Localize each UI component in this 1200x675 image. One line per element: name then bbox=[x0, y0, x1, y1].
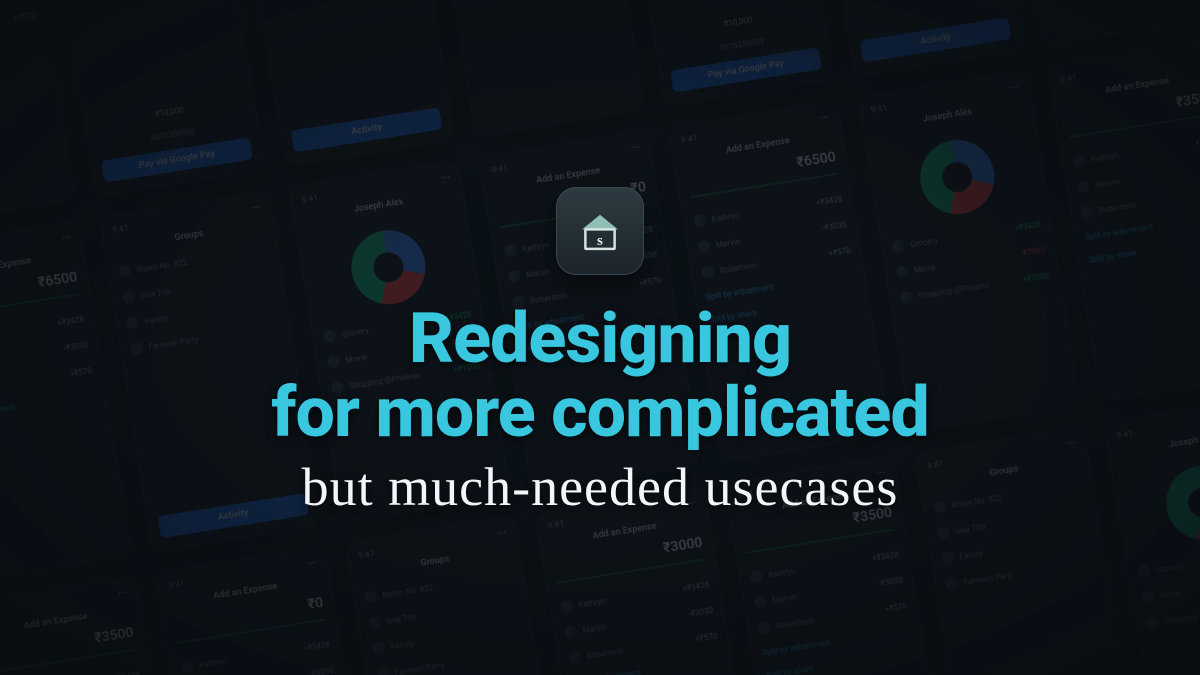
hero-subtitle: but much-needed usecases bbox=[302, 458, 899, 517]
hero-title-line1: Redesigning bbox=[409, 298, 791, 380]
hero-title-line2: for more complicated bbox=[271, 372, 928, 454]
hero-section: s Redesigning for more complicated but m… bbox=[0, 0, 1200, 675]
hero-title: Redesigning for more complicated bbox=[271, 303, 928, 450]
icon-letter: s bbox=[597, 233, 603, 249]
house-s-icon: s bbox=[574, 205, 626, 257]
app-icon: s bbox=[556, 187, 644, 275]
